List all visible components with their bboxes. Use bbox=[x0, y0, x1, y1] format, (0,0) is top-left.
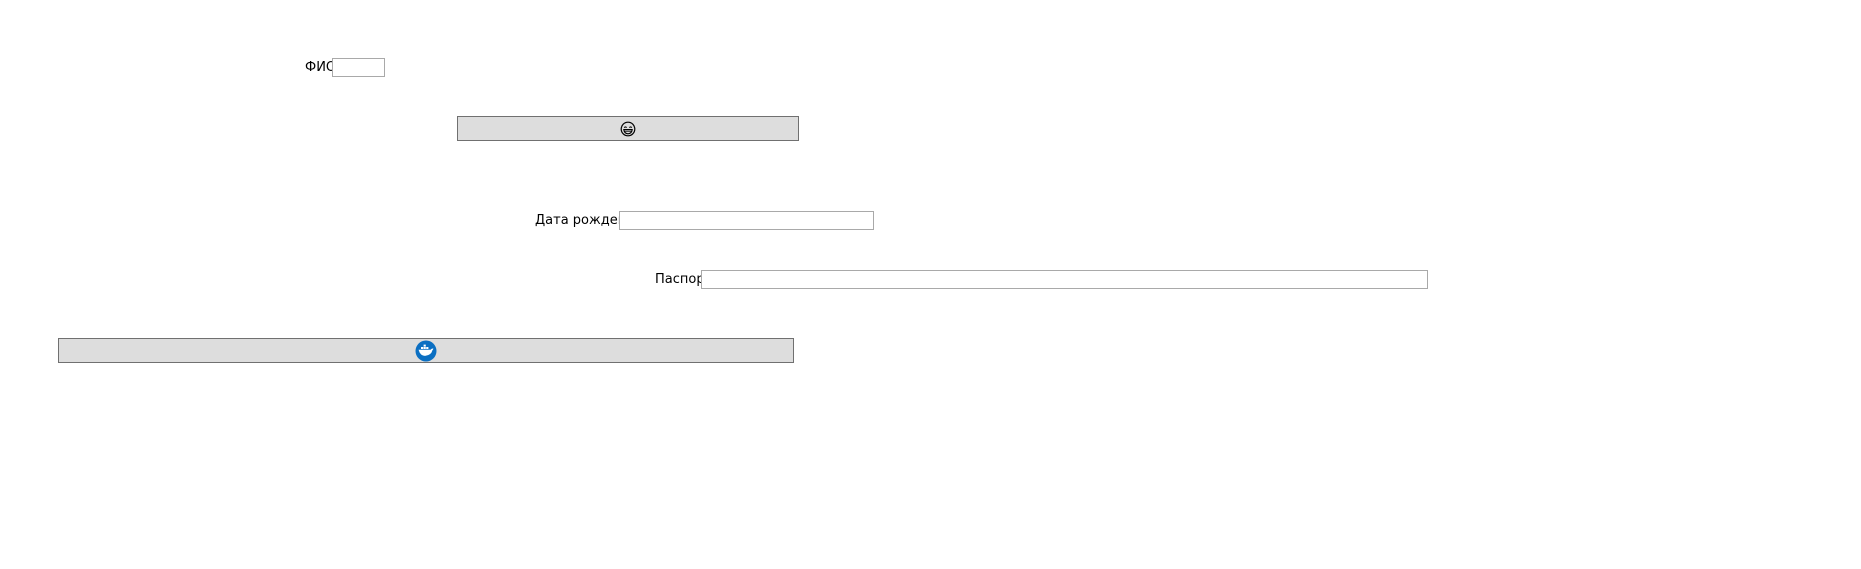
emoji-button[interactable] bbox=[457, 116, 799, 141]
fio-input[interactable] bbox=[332, 58, 385, 77]
grinning-face-icon bbox=[620, 121, 636, 136]
passport-input[interactable] bbox=[701, 270, 1428, 289]
birth-date-input[interactable] bbox=[619, 211, 874, 230]
docker-button[interactable] bbox=[58, 338, 794, 363]
docker-whale-icon bbox=[415, 340, 437, 361]
